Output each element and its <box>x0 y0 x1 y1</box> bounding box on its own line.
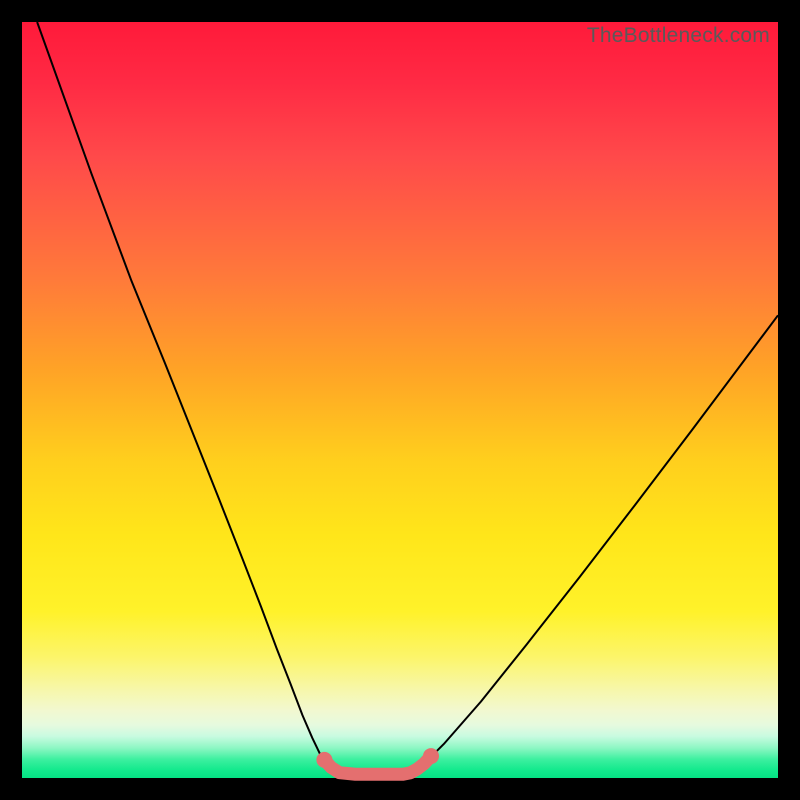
chart-frame: TheBottleneck.com <box>0 0 800 800</box>
highlight-dot <box>316 752 332 768</box>
chart-overlay-svg <box>22 22 778 778</box>
highlight-segment <box>324 756 431 774</box>
highlight-dot <box>423 748 439 764</box>
bottleneck-curve <box>37 22 778 774</box>
chart-plot-area: TheBottleneck.com <box>22 22 778 778</box>
